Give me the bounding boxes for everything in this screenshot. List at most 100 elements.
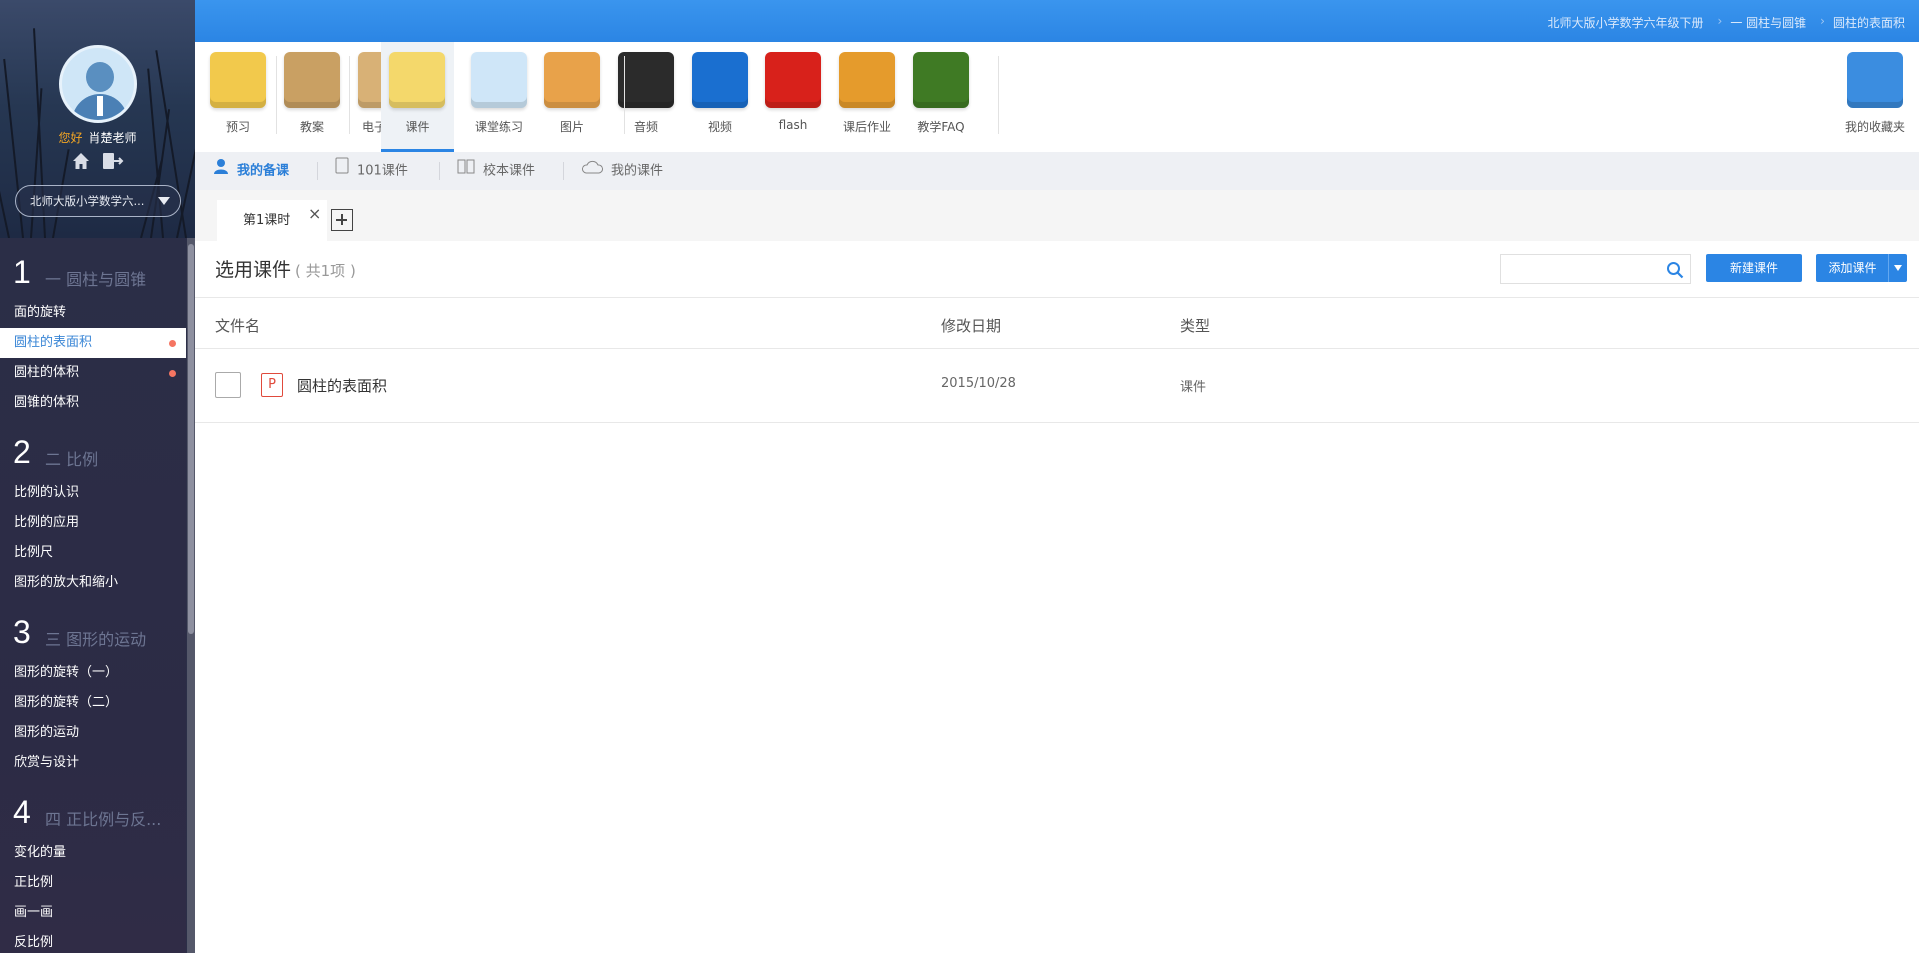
lesson-label: 面的旋转: [14, 305, 67, 320]
sidebar-lesson-item[interactable]: 图形的运动: [0, 718, 186, 748]
lesson-label: 比例尺: [14, 545, 54, 560]
breadcrumb: 北师大版小学数学六年级下册 › 一 圆柱与圆锥 › 圆柱的表面积: [1548, 14, 1905, 31]
sidebar-lesson-item[interactable]: 图形的旋转（二）: [0, 688, 186, 718]
subtab-label: 我的课件: [611, 163, 664, 179]
lesson-label: 图形的旋转（一）: [14, 665, 119, 680]
home-icon[interactable]: [72, 152, 90, 170]
clapper-icon: [692, 52, 748, 108]
subtab-divider: [317, 162, 318, 180]
subtab-label: 校本课件: [483, 163, 536, 179]
column-type[interactable]: 类型: [1180, 315, 1210, 336]
search-box[interactable]: [1500, 254, 1691, 284]
scrollbar-thumb[interactable]: [188, 244, 194, 634]
toolbar-divider: [998, 56, 999, 134]
subtab-label: 101课件: [357, 163, 408, 179]
breadcrumb-item[interactable]: 圆柱的表面积: [1833, 14, 1905, 31]
unit-title: 四 正比例与反...: [45, 810, 162, 829]
chevron-right-icon: ›: [1717, 14, 1723, 28]
drawer-icon: [1847, 52, 1903, 108]
subtab-divider: [439, 162, 440, 180]
lesson-label: 图形的运动: [14, 725, 80, 740]
notepad-icon: [210, 52, 266, 108]
subtab-1[interactable]: 101课件: [335, 152, 408, 190]
subtab-3[interactable]: 我的课件: [581, 152, 663, 190]
caret-down-icon: [158, 197, 170, 205]
subtab-divider: [563, 162, 564, 180]
lesson-tab-label: 第1课时: [243, 213, 291, 228]
ppt-file-icon: P: [261, 373, 283, 397]
favorites-button[interactable]: 我的收藏夹: [1831, 42, 1919, 152]
sidebar: 您好 肖楚老师 北师大版小学数学六... 1 一 圆柱与圆锥面的旋转圆柱的表面积 圆柱…: [0, 0, 195, 953]
file-name[interactable]: 圆柱的表面积: [297, 375, 387, 396]
lesson-label: 圆柱的体积: [14, 365, 80, 380]
cloud-icon: [581, 152, 603, 190]
unit-header[interactable]: 3 三 图形的运动: [0, 598, 186, 658]
sidebar-lesson-item[interactable]: 图形的旋转（一）: [0, 658, 186, 688]
content-header: 选用课件( 共1项 ) 新建课件 添加课件: [195, 241, 1919, 298]
lesson-label: 画一画: [14, 905, 54, 920]
lesson-label: 圆柱的表面积: [14, 335, 93, 350]
logout-icon[interactable]: [102, 152, 124, 170]
lesson-label: 比例的认识: [14, 485, 80, 500]
avatar[interactable]: [59, 45, 137, 123]
unit-header[interactable]: 1 一 圆柱与圆锥: [0, 238, 186, 298]
file-type: 课件: [1180, 380, 1207, 395]
top-bar: 北师大版小学数学六年级下册 › 一 圆柱与圆锥 › 圆柱的表面积: [195, 0, 1919, 42]
row-checkbox[interactable]: [215, 372, 241, 398]
sidebar-lesson-item[interactable]: 圆柱的表面积: [0, 328, 186, 358]
column-filename[interactable]: 文件名: [215, 315, 260, 336]
sidebar-lesson-item[interactable]: 正比例: [0, 868, 186, 898]
sidebar-lesson-item[interactable]: 面的旋转: [0, 298, 186, 328]
toolbar-divider: [349, 56, 350, 134]
book-select[interactable]: 北师大版小学数学六...: [15, 185, 181, 217]
breadcrumb-item[interactable]: 北师大版小学数学六年级下册: [1548, 14, 1704, 31]
lesson-label: 圆锥的体积: [14, 395, 80, 410]
sidebar-lesson-item[interactable]: 圆柱的体积: [0, 358, 186, 388]
sidebar-lesson-item[interactable]: 欣赏与设计: [0, 748, 186, 778]
picture-icon: [544, 52, 600, 108]
sidebar-lesson-item[interactable]: 圆锥的体积: [0, 388, 186, 418]
tool-folder[interactable]: 课件: [381, 42, 454, 152]
favorites-label: 我的收藏夹: [1844, 120, 1905, 134]
tool-chalkboard[interactable]: 教学FAQ: [897, 42, 985, 152]
toolbar-divider: [624, 56, 625, 134]
unit-title: 二 比例: [45, 450, 99, 469]
greeting-text: 您好: [58, 131, 83, 145]
sidebar-lesson-item[interactable]: 画一画: [0, 898, 186, 928]
breadcrumb-item[interactable]: 一 圆柱与圆锥: [1730, 14, 1806, 31]
user-greeting: 您好 肖楚老师: [0, 129, 195, 146]
sidebar-lesson-item[interactable]: 反比例: [0, 928, 186, 953]
folder-icon: [389, 52, 445, 108]
unit-header[interactable]: 2 二 比例: [0, 418, 186, 478]
user-icon: [213, 152, 229, 190]
search-icon[interactable]: [1666, 261, 1684, 279]
sidebar-lesson-item[interactable]: 比例的认识: [0, 478, 186, 508]
lesson-label: 变化的量: [14, 845, 67, 860]
add-courseware-button[interactable]: 添加课件: [1816, 254, 1907, 282]
envelope-icon: [284, 52, 340, 108]
unit-title: 三 图形的运动: [45, 630, 147, 649]
sidebar-header: 您好 肖楚老师 北师大版小学数学六...: [0, 0, 195, 238]
flash-icon: [765, 52, 821, 108]
book-pencil-icon: [839, 52, 895, 108]
close-icon[interactable]: ×: [308, 204, 321, 223]
sidebar-lesson-item[interactable]: 变化的量: [0, 838, 186, 868]
table-row[interactable]: P 圆柱的表面积 2015/10/28 课件: [195, 350, 1919, 423]
page-title-text: 选用课件: [215, 259, 292, 281]
sidebar-lesson-item[interactable]: 比例的应用: [0, 508, 186, 538]
new-courseware-button[interactable]: 新建课件: [1706, 254, 1802, 282]
lesson-label: 反比例: [14, 935, 54, 950]
lesson-tab-strip: 第1课时 ×: [195, 190, 1919, 241]
unit-header[interactable]: 4 四 正比例与反...: [0, 778, 186, 838]
subtab-0[interactable]: 我的备课: [213, 152, 289, 190]
search-input[interactable]: [1501, 255, 1651, 283]
column-date[interactable]: 修改日期: [941, 315, 1001, 336]
caret-down-icon[interactable]: [1894, 265, 1902, 271]
subtab-2[interactable]: 校本课件: [457, 152, 535, 190]
page-title: 选用课件( 共1项 ): [215, 255, 356, 282]
sidebar-lesson-item[interactable]: 比例尺: [0, 538, 186, 568]
sidebar-lesson-item[interactable]: 图形的放大和缩小: [0, 568, 186, 598]
sidebar-scrollbar[interactable]: [187, 238, 195, 953]
resource-toolbar: 预习教案电子教材课件课堂练习图片音频视频flash课后作业教学FAQ我的收藏夹: [195, 42, 1919, 152]
add-tab-icon[interactable]: [331, 209, 353, 231]
